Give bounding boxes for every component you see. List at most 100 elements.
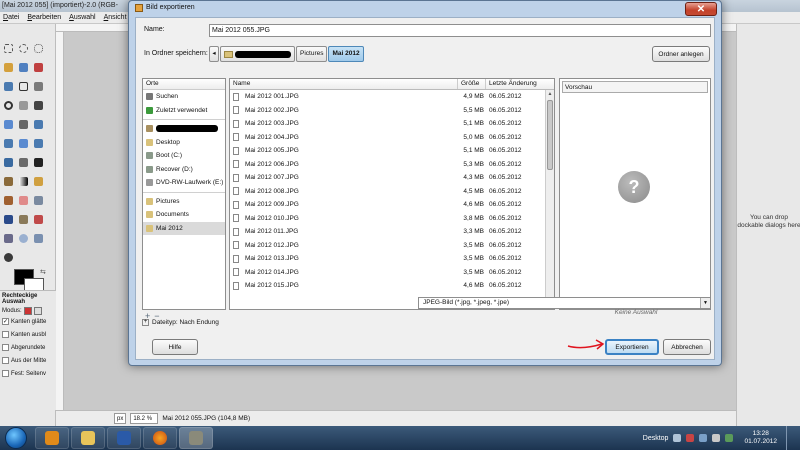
column-date[interactable]: Letzte Änderung bbox=[486, 79, 544, 89]
bucket-fill-tool-icon[interactable] bbox=[2, 174, 15, 189]
ink-tool-icon[interactable] bbox=[2, 212, 15, 227]
smudge-tool-icon[interactable] bbox=[32, 231, 45, 246]
create-folder-button[interactable]: Ordner anlegen bbox=[652, 46, 710, 62]
fuzzy-select-tool-icon[interactable] bbox=[2, 60, 15, 75]
heal-tool-icon[interactable] bbox=[32, 212, 45, 227]
file-row[interactable]: Mai 2012 013.JPG 3,5 MB 06.05.2012 bbox=[230, 252, 554, 266]
place-item[interactable]: Boot (C:) bbox=[143, 149, 225, 163]
file-row[interactable]: Mai 2012 009.JPG 4,6 MB 06.05.2012 bbox=[230, 198, 554, 212]
place-item[interactable]: Desktop bbox=[143, 136, 225, 150]
taskbar-firefox[interactable] bbox=[143, 427, 177, 449]
place-item[interactable]: Pictures bbox=[143, 195, 225, 209]
tray-expand-icon[interactable] bbox=[673, 434, 682, 442]
cancel-button[interactable]: Abbrechen bbox=[663, 339, 711, 355]
file-row[interactable]: Mai 2012 004.JPG 5,0 MB 06.05.2012 bbox=[230, 131, 554, 145]
checkbox-icon[interactable] bbox=[2, 357, 9, 364]
file-list-scrollbar[interactable]: ▲ ▼ bbox=[545, 90, 554, 309]
feather-edges-option[interactable]: Kanten ausbl bbox=[0, 328, 56, 341]
checkbox-icon[interactable] bbox=[2, 344, 9, 351]
swap-colors-icon[interactable]: ⇆ bbox=[40, 268, 46, 276]
menu-datei[interactable]: Datei bbox=[0, 12, 22, 24]
file-row[interactable]: Mai 2012 008.JPG 4,5 MB 06.05.2012 bbox=[230, 185, 554, 199]
place-item[interactable] bbox=[143, 122, 225, 136]
paths-tool-icon[interactable] bbox=[17, 79, 30, 94]
shear-tool-icon[interactable] bbox=[17, 136, 30, 151]
checkbox-checked-icon[interactable]: ✓ bbox=[2, 318, 9, 325]
show-desktop-button[interactable] bbox=[786, 426, 794, 450]
volume-icon[interactable] bbox=[712, 434, 721, 442]
pencil-tool-icon[interactable] bbox=[32, 174, 45, 189]
network-icon[interactable] bbox=[699, 434, 708, 442]
desktop-toolbar-label[interactable]: Desktop bbox=[643, 435, 669, 442]
breadcrumb-back-button[interactable]: ◂ bbox=[209, 46, 219, 62]
blur-tool-icon[interactable] bbox=[17, 231, 30, 246]
file-type-filter[interactable]: JPEG-Bild (*.jpg, *.jpeg, *.jpe) ▼ bbox=[418, 297, 711, 309]
clock[interactable]: 13:28 01.07.2012 bbox=[744, 430, 777, 446]
filetype-expander[interactable]: + Dateityp: Nach Endung bbox=[142, 319, 219, 326]
color-select-tool-icon[interactable] bbox=[17, 60, 30, 75]
expander-plus-icon[interactable]: + bbox=[142, 319, 149, 326]
clone-tool-icon[interactable] bbox=[17, 212, 30, 227]
paintbrush-tool-icon[interactable] bbox=[2, 193, 15, 208]
breadcrumb-home[interactable] bbox=[220, 46, 295, 62]
move-tool-icon[interactable] bbox=[32, 98, 45, 113]
file-row[interactable]: Mai 2012 005.JPG 5,1 MB 06.05.2012 bbox=[230, 144, 554, 158]
color-picker-tool-icon[interactable] bbox=[32, 79, 45, 94]
file-row[interactable]: Mai 2012 003.JPG 5,1 MB 06.05.2012 bbox=[230, 117, 554, 131]
eraser-tool-icon[interactable] bbox=[17, 193, 30, 208]
menu-ansicht[interactable]: Ansicht bbox=[101, 12, 130, 24]
perspective-tool-icon[interactable] bbox=[32, 136, 45, 151]
taskbar-media-player[interactable] bbox=[35, 427, 69, 449]
security-shield-icon[interactable] bbox=[686, 434, 695, 442]
perspective-clone-tool-icon[interactable] bbox=[2, 231, 15, 246]
file-row[interactable]: Mai 2012 012.JPG 3,5 MB 06.05.2012 bbox=[230, 239, 554, 253]
lasso-tool-icon[interactable] bbox=[32, 41, 45, 56]
unit-select[interactable]: px bbox=[114, 413, 127, 424]
ellipse-select-tool-icon[interactable] bbox=[17, 41, 30, 56]
file-row[interactable]: Mai 2012 001.JPG 4,9 MB 06.05.2012 bbox=[230, 90, 554, 104]
gradient-tool-icon[interactable] bbox=[17, 174, 30, 189]
file-row[interactable]: Mai 2012 002.JPG 5,5 MB 06.05.2012 bbox=[230, 104, 554, 118]
taskbar-explorer[interactable] bbox=[71, 427, 105, 449]
measure-tool-icon[interactable] bbox=[17, 98, 30, 113]
file-row[interactable]: Mai 2012 010.JPG 3,8 MB 06.05.2012 bbox=[230, 212, 554, 226]
cage-tool-icon[interactable] bbox=[17, 155, 30, 170]
scrollbar-thumb[interactable] bbox=[547, 100, 553, 170]
taskbar-word[interactable] bbox=[107, 427, 141, 449]
filename-input[interactable]: Mai 2012 055.JPG bbox=[209, 24, 711, 37]
export-button[interactable]: Exportieren bbox=[605, 339, 659, 355]
rounded-corners-option[interactable]: Abgerundete bbox=[0, 341, 56, 354]
scale-tool-icon[interactable] bbox=[2, 136, 15, 151]
file-row[interactable]: Mai 2012 007.JPG 4,3 MB 06.05.2012 bbox=[230, 171, 554, 185]
help-button[interactable]: Hilfe bbox=[152, 339, 198, 355]
scroll-up-icon[interactable]: ▲ bbox=[546, 90, 554, 98]
place-item[interactable]: Mai 2012 bbox=[143, 221, 225, 235]
place-item[interactable]: DVD-RW-Laufwerk (E:) bbox=[143, 176, 225, 190]
place-item[interactable]: Documents bbox=[143, 208, 225, 222]
place-item[interactable]: Suchen bbox=[143, 90, 225, 104]
file-row[interactable]: Mai 2012 014.JPG 3,5 MB 06.05.2012 bbox=[230, 266, 554, 280]
start-button[interactable] bbox=[5, 427, 27, 449]
airbrush-tool-icon[interactable] bbox=[32, 193, 45, 208]
dodge-burn-tool-icon[interactable] bbox=[2, 250, 15, 265]
flip-tool-icon[interactable] bbox=[2, 155, 15, 170]
taskbar-gimp[interactable] bbox=[179, 427, 213, 449]
column-size[interactable]: Größe bbox=[458, 79, 486, 89]
rotate-tool-icon[interactable] bbox=[32, 117, 45, 132]
text-tool-icon[interactable] bbox=[32, 155, 45, 170]
file-row[interactable]: Mai 2012 015.JPG 4,6 MB 06.05.2012 bbox=[230, 279, 554, 293]
file-row[interactable]: Mai 2012 006.JPG 5,3 MB 06.05.2012 bbox=[230, 158, 554, 172]
close-button[interactable]: ✕ bbox=[685, 2, 717, 16]
foreground-select-tool-icon[interactable] bbox=[2, 79, 15, 94]
zoom-select[interactable]: 18.2 % bbox=[130, 413, 159, 424]
file-row[interactable]: Mai 2012 011.JPG 3,3 MB 06.05.2012 bbox=[230, 225, 554, 239]
menu-bearbeiten[interactable]: Bearbeiten bbox=[24, 12, 64, 24]
checkbox-icon[interactable] bbox=[2, 370, 9, 377]
menu-auswahl[interactable]: Auswahl bbox=[66, 12, 98, 24]
crop-tool-icon[interactable] bbox=[17, 117, 30, 132]
place-item[interactable]: Recover (D:) bbox=[143, 163, 225, 177]
breadcrumb-pictures[interactable]: Pictures bbox=[296, 46, 328, 62]
flag-icon[interactable] bbox=[725, 434, 734, 442]
zoom-tool-icon[interactable] bbox=[2, 98, 15, 113]
scissors-tool-icon[interactable] bbox=[32, 60, 45, 75]
